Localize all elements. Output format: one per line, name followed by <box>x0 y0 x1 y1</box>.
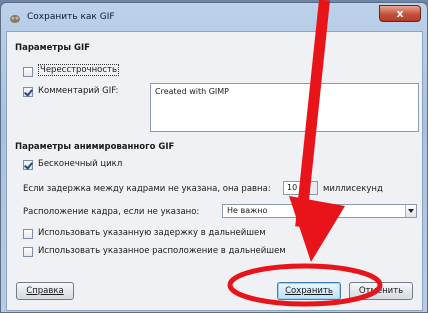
interlace-label: Чересстрочность <box>38 64 119 76</box>
disposal-dropdown-button[interactable] <box>405 205 416 217</box>
chevron-down-icon <box>408 209 414 213</box>
loop-checkbox[interactable] <box>23 160 33 170</box>
checkmark-icon <box>24 87 33 97</box>
delay-input[interactable]: 10 <box>283 181 309 195</box>
disposal-label: Расположение кадра, если не указано: <box>23 207 200 217</box>
comment-checkbox[interactable] <box>23 87 33 97</box>
close-button[interactable]: x <box>379 5 421 22</box>
save-button[interactable]: Сохранить <box>277 282 341 300</box>
use-delay-label: Использовать указанную задержку в дальне… <box>38 228 266 238</box>
gif-section-title: Параметры GIF <box>15 43 90 53</box>
checkmark-icon <box>24 160 33 170</box>
use-disposal-label: Использовать указанное расположение в да… <box>38 246 286 256</box>
cancel-button[interactable]: Отменить <box>349 282 413 300</box>
save-button-label: Сохранить <box>285 286 333 296</box>
delay-spinner[interactable] <box>309 181 318 195</box>
gimp-icon <box>10 15 20 23</box>
delay-label: Если задержка между кадрами не указана, … <box>23 184 271 194</box>
disposal-select[interactable]: Не важно <box>222 204 417 218</box>
help-button[interactable]: Справка <box>16 282 74 300</box>
anim-section-title: Параметры анимированного GIF <box>15 142 175 152</box>
close-icon: x <box>396 7 404 20</box>
comment-textarea[interactable]: Created with GIMP <box>150 83 419 132</box>
comment-label: Комментарий GIF: <box>38 86 119 96</box>
loop-label: Бесконечный цикл <box>38 159 123 169</box>
help-button-label: Справка <box>26 286 64 296</box>
dialog-body: Параметры GIF Чересстрочность Комментари… <box>6 31 423 311</box>
interlace-checkbox[interactable] <box>23 67 33 77</box>
save-gif-dialog: Сохранить как GIF x Параметры GIF Чересс… <box>0 2 428 313</box>
cancel-button-label: Отменить <box>358 286 404 296</box>
use-delay-checkbox[interactable] <box>23 229 33 239</box>
use-disposal-checkbox[interactable] <box>23 247 33 257</box>
delay-unit: миллисекунд <box>323 184 383 194</box>
dialog-title: Сохранить как GIF <box>27 12 115 22</box>
